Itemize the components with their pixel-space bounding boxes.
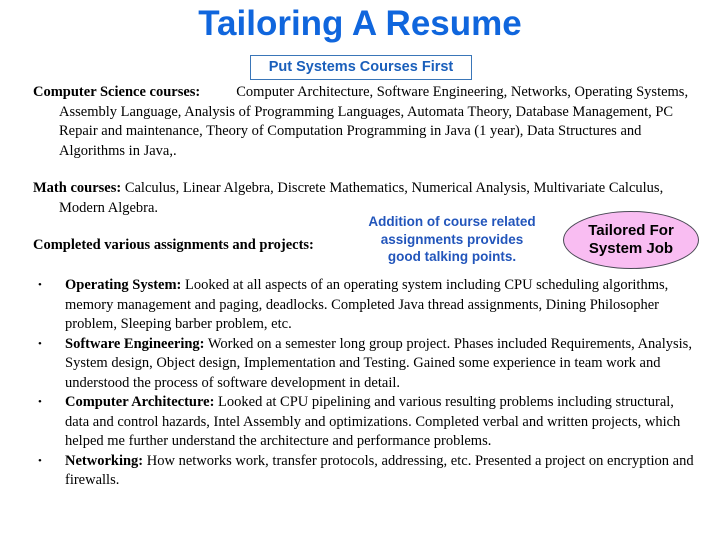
annotation-line-2: assignments provides xyxy=(380,231,524,247)
bullet-marker-icon: • xyxy=(38,279,42,291)
projects-bullet-list: • Operating System: Looked at all aspect… xyxy=(33,276,699,491)
bullet-marker-icon: • xyxy=(38,396,42,408)
bullet-label: Networking: xyxy=(65,452,144,469)
list-item: • Operating System: Looked at all aspect… xyxy=(33,276,699,335)
list-item: • Networking: How networks work, transfe… xyxy=(33,452,699,491)
math-courses-label: Math courses: xyxy=(33,180,122,196)
page-title: Tailoring A Resume xyxy=(198,4,522,43)
bullet-marker-icon: • xyxy=(38,337,42,350)
slide-canvas: Tailoring A Resume Put Systems Courses F… xyxy=(0,0,720,540)
completed-assignments-heading: Completed various assignments and projec… xyxy=(33,237,314,253)
systems-courses-callout-box: Put Systems Courses First xyxy=(250,55,472,80)
bullet-text: How networks work, transfer protocols, a… xyxy=(65,452,694,489)
math-courses-body: Calculus, Linear Algebra, Discrete Mathe… xyxy=(59,180,664,216)
bullet-marker-icon: • xyxy=(38,454,42,467)
cs-courses-label: Computer Science courses: xyxy=(33,84,201,100)
bullet-label: Software Engineering: xyxy=(65,335,205,352)
bullet-label: Computer Architecture: xyxy=(65,394,215,410)
bullet-label: Operating System: xyxy=(65,277,182,293)
course-assignments-annotation: Addition of course related assignments p… xyxy=(340,213,564,266)
list-item: • Computer Architecture: Looked at CPU p… xyxy=(33,393,699,452)
oval-line-1: Tailored For xyxy=(588,222,674,239)
oval-line-2: System Job xyxy=(588,240,674,257)
list-item: • Software Engineering: Worked on a seme… xyxy=(33,335,699,394)
computer-science-courses-paragraph: Computer Science courses: Computer Archit… xyxy=(33,83,699,161)
annotation-line-3: good talking points. xyxy=(387,249,517,264)
tailored-for-system-job-oval: Tailored For System Job xyxy=(563,211,699,269)
annotation-line-1: Addition of course related xyxy=(368,214,536,229)
